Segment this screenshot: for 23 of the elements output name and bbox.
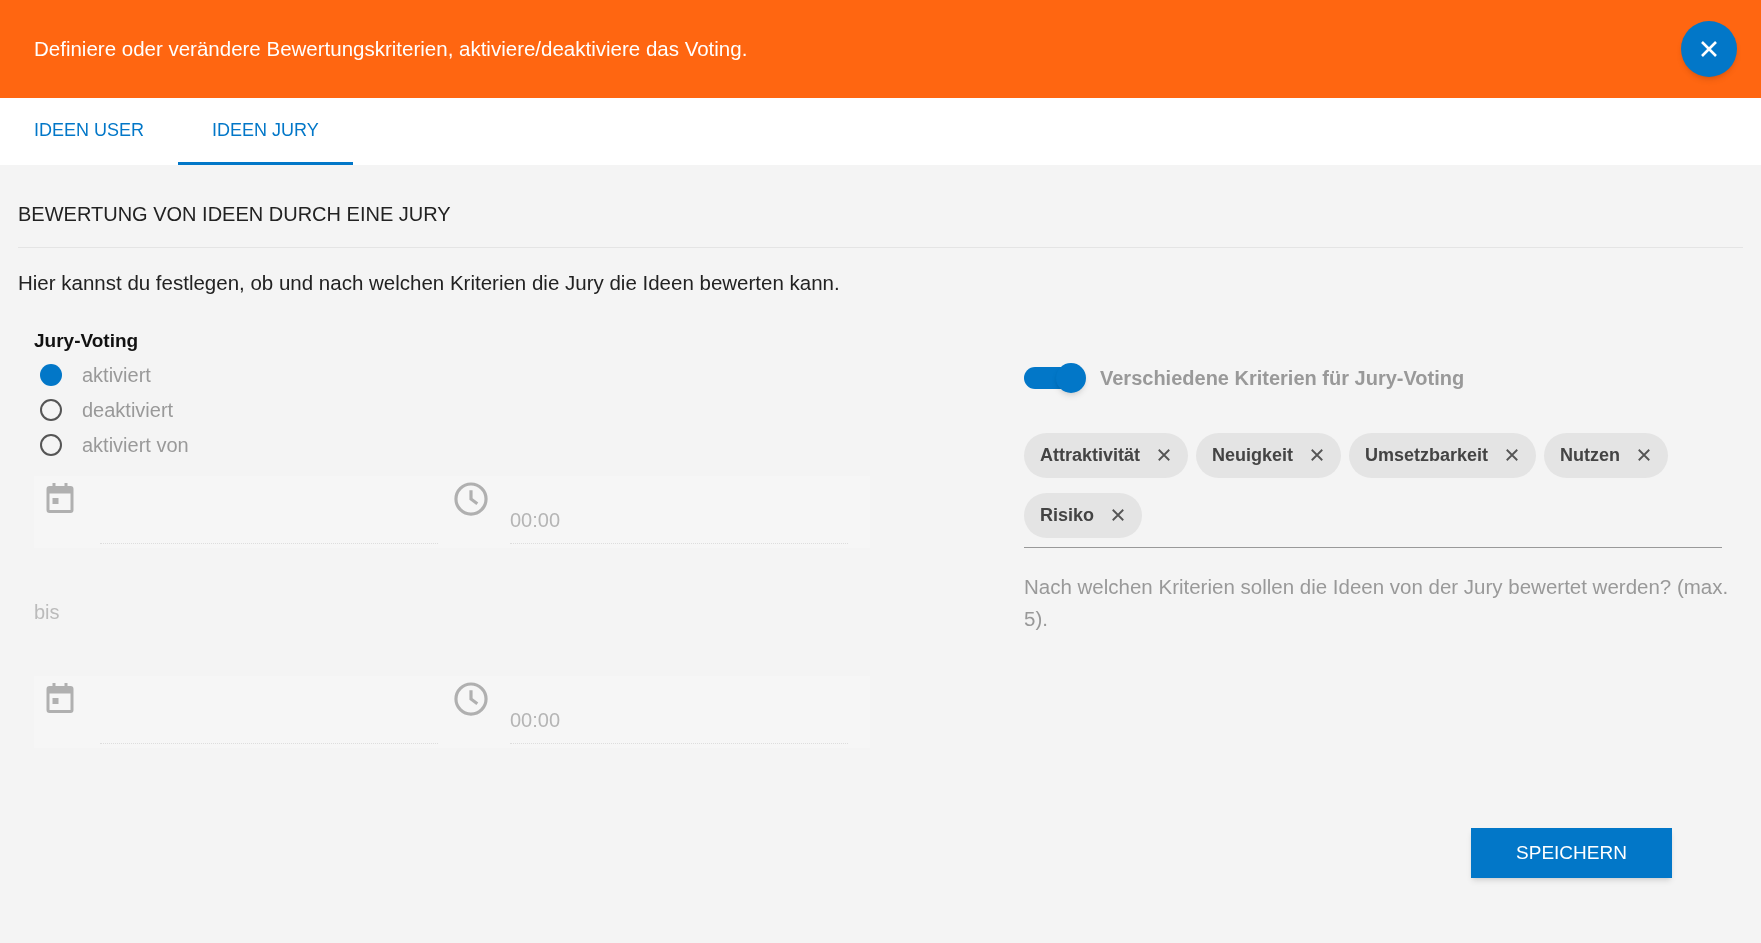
chip-label: Umsetzbarkeit <box>1365 443 1489 467</box>
radio-button[interactable] <box>40 363 62 386</box>
section-title: BEWERTUNG VON IDEEN DURCH EINE JURY <box>18 202 452 227</box>
separator-text: bis <box>34 600 60 626</box>
chip-label: Neuigkeit <box>1212 443 1294 467</box>
banner-text: Definiere oder verändere Bewertungskriterien, aktiviere/deaktiviere das Voting. <box>34 35 748 62</box>
section-description: Hier kannst du festlegen, ob und nach welchen Kriterien die Jury die Ideen bewerten kann. <box>18 270 841 296</box>
chip-label: Attraktivität <box>1040 443 1141 467</box>
radio-button[interactable] <box>40 433 62 456</box>
close-button[interactable] <box>1681 21 1737 77</box>
tab[interactable]: IDEEN JURY <box>178 98 353 165</box>
radio-option[interactable]: deaktiviert <box>34 392 1024 428</box>
radio-button[interactable] <box>40 398 62 421</box>
radio-option[interactable]: aktiviert von <box>34 427 1024 463</box>
field-label: Jury-Voting <box>34 328 140 353</box>
toggle-switch[interactable] <box>1024 362 1086 393</box>
radio-option[interactable]: aktiviert <box>34 357 1024 393</box>
hint-text: Nach welchen Kriterien sollen die Ideen von der Jury bewertet werden? (max. 5). <box>1024 573 1730 632</box>
toggle-label: Verschiedene Kriterien für Jury-Voting <box>1100 365 1465 391</box>
chip-label: Risiko <box>1040 503 1095 527</box>
save-button[interactable]: SPEICHERN <box>1471 828 1672 879</box>
tab[interactable]: IDEEN USER <box>0 98 179 165</box>
chip-label: Nutzen <box>1560 443 1621 467</box>
